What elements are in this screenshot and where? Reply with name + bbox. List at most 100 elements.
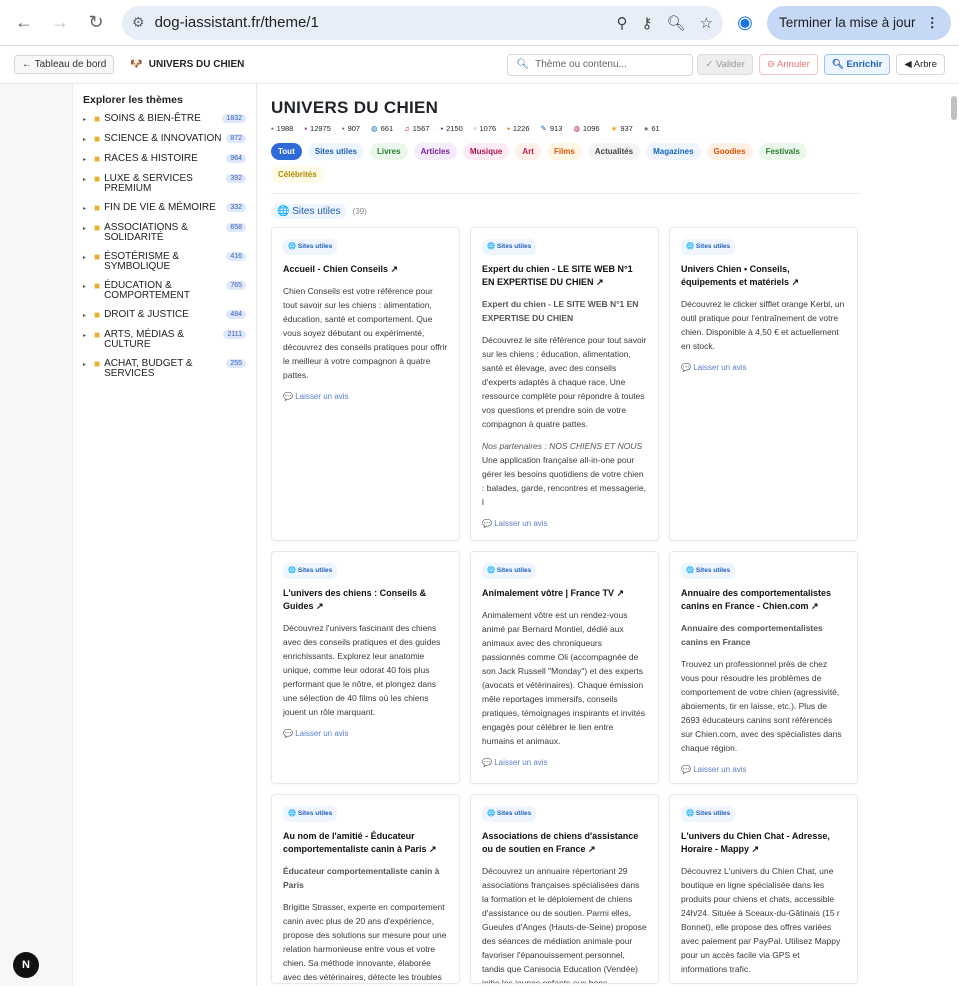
sidebar-item[interactable]: ▸ ■ ARTS, MÉDIAS & CULTURE 2111 (83, 330, 246, 350)
review-link[interactable]: 💬 Laisser un avis (283, 727, 448, 741)
sidebar-item[interactable]: ▸ ■ DROIT & JUSTICE 484 (83, 310, 246, 321)
expand-triangle-icon[interactable]: ▸ (83, 116, 86, 123)
expand-triangle-icon[interactable]: ▸ (83, 205, 86, 212)
stat-item: ▪ 2150 (440, 124, 462, 133)
expand-triangle-icon[interactable]: ▸ (83, 332, 86, 339)
folder-icon: ■ (94, 281, 101, 292)
card-badge: 🌐 Sites utiles (283, 806, 338, 822)
location-icon[interactable]: ⚲ (616, 14, 627, 32)
site-info-icon[interactable]: ⚙ (132, 14, 145, 31)
sidebar-item[interactable]: ▸ ■ FIN DE VIE & MÉMOIRE 332 (83, 203, 246, 214)
sidebar-item[interactable]: ▸ ■ ACHAT, BUDGET & SERVICES 255 (83, 359, 246, 379)
zoom-icon[interactable]: 🔍︎ (666, 14, 685, 32)
search-input[interactable]: 🔍︎ Thème ou contenu... (507, 53, 694, 76)
stat-item: ● 61 (644, 124, 660, 133)
stat-value: 2150 (446, 124, 463, 133)
expand-triangle-icon[interactable]: ▸ (83, 283, 86, 290)
stat-icon: ▫ (473, 124, 477, 133)
card-badge-label: Sites utiles (496, 810, 532, 817)
sidebar-item-label: DROIT & JUSTICE (104, 309, 189, 320)
tab-5[interactable]: Art (515, 143, 541, 160)
sidebar-item[interactable]: ▸ ■ LUXE & SERVICES PREMIUM 392 (83, 174, 246, 194)
reload-icon[interactable]: ↻ (80, 7, 112, 39)
sidebar-item-count: 765 (226, 281, 246, 290)
card-title-link[interactable]: Au nom de l'amitié - Éducateur comportem… (283, 830, 448, 856)
result-card: 🌐 Sites utiles Accueil - Chien Conseils ↗… (271, 227, 460, 541)
card-badge-label: Sites utiles (297, 810, 333, 817)
update-label: Terminer la mise à jour (778, 15, 916, 30)
expand-triangle-icon[interactable]: ▸ (83, 312, 86, 319)
review-link[interactable]: 💬 Laisser un avis (681, 763, 846, 777)
tab-4[interactable]: Musique (462, 143, 510, 160)
tab-6[interactable]: Films (546, 143, 582, 160)
card-badge: 🌐 Sites utiles (283, 563, 338, 579)
card-title-link[interactable]: Associations de chiens d'assistance ou d… (482, 830, 647, 856)
tab-2[interactable]: Livres (369, 143, 408, 160)
card-title-link[interactable]: Expert du chien - LE SITE WEB N°1 EN EXP… (482, 263, 647, 289)
tree-button[interactable]: ◀ Arbre (896, 54, 945, 75)
sidebar-item[interactable]: ▸ ■ ASSOCIATIONS & SOLIDARITÉ 658 (83, 223, 246, 243)
card-title-link[interactable]: L'univers des chiens : Conseils & Guides… (283, 587, 448, 613)
card-title-link[interactable]: Animalement vôtre | France TV ↗ (482, 587, 647, 600)
sidebar-item[interactable]: ▸ ■ RACES & HISTOIRE 964 (83, 154, 246, 165)
stat-value: 913 (549, 124, 563, 133)
bookmark-star-icon[interactable]: ☆ (700, 14, 713, 32)
profile-icon[interactable]: ◉ (729, 7, 761, 39)
sidebar-item-label: ARTS, MÉDIAS & CULTURE (104, 329, 184, 350)
tab-0[interactable]: Tout (271, 143, 302, 160)
validate-button[interactable]: ✓ Valider (697, 54, 753, 75)
sidebar-item-label: SOINS & BIEN-ÊTRE (104, 113, 201, 124)
sidebar-item[interactable]: ▸ ■ ÉSOTÉRISME & SYMBOLIQUE 416 (83, 252, 246, 272)
tab-7[interactable]: Actualités (587, 143, 641, 160)
sidebar-item-count: 416 (226, 252, 246, 261)
card-title-link[interactable]: Univers Chien • Conseils, équipements et… (681, 263, 846, 289)
comment-icon: 💬 (283, 392, 296, 401)
tab-10[interactable]: Festivals (758, 143, 807, 160)
tab-3[interactable]: Articles (413, 143, 457, 160)
update-button[interactable]: Terminer la mise à jour ⋮ (766, 5, 951, 40)
stat-icon: ● (643, 124, 649, 133)
scrollbar[interactable] (949, 84, 959, 986)
review-link[interactable]: 💬 Laisser un avis (283, 390, 448, 404)
review-link[interactable]: 💬 Laisser un avis (681, 361, 846, 375)
scrollbar-thumb[interactable] (951, 96, 957, 120)
sidebar-item[interactable]: ▸ ■ ÉDUCATION & COMPORTEMENT 765 (83, 281, 246, 301)
key-icon[interactable]: ⚷ (641, 14, 652, 32)
folder-icon: ■ (94, 134, 101, 145)
expand-triangle-icon[interactable]: ▸ (83, 225, 86, 232)
back-arrow-icon[interactable]: ← (8, 7, 40, 39)
card-title-link[interactable]: Accueil - Chien Conseils ↗ (283, 263, 448, 276)
enrich-button[interactable]: 🔍︎ Enrichir (823, 54, 891, 75)
result-card: 🌐 Sites utiles Animalement vôtre | France… (470, 551, 659, 784)
dashboard-button[interactable]: ← Tableau de bord (14, 55, 115, 74)
review-link[interactable]: 💬 Laisser un avis (482, 756, 647, 770)
sidebar-item-label: ASSOCIATIONS & SOLIDARITÉ (104, 222, 188, 243)
tab-8[interactable]: Magazines (646, 143, 701, 160)
tab-11[interactable]: Célébrités (271, 166, 324, 183)
expand-triangle-icon[interactable]: ▸ (83, 136, 86, 143)
next-logo-icon[interactable]: N (13, 952, 39, 978)
stat-item: ♫ 1567 (404, 124, 429, 133)
sidebar-item-count: 658 (226, 223, 246, 232)
card-description: Découvrez L'univers du Chien Chat, une b… (681, 866, 841, 974)
sidebar-item[interactable]: ▸ ■ SCIENCE & INNOVATION 872 (83, 134, 246, 145)
cards-grid: 🌐 Sites utiles Accueil - Chien Conseils ↗… (271, 227, 945, 984)
expand-triangle-icon[interactable]: ▸ (83, 176, 86, 183)
tab-9[interactable]: Goodies (706, 143, 753, 160)
address-bar[interactable]: ⚙ dog-iassistant.fr/theme/1 ⚲ ⚷ 🔍︎ ☆ (122, 5, 723, 40)
forward-arrow-icon[interactable]: → (44, 7, 76, 39)
expand-triangle-icon[interactable]: ▸ (83, 254, 86, 261)
card-badge-label: Sites utiles (496, 567, 532, 574)
folder-icon: ■ (94, 252, 101, 263)
review-link[interactable]: 💬 Laisser un avis (482, 517, 647, 531)
tab-1[interactable]: Sites utiles (307, 143, 364, 160)
sidebar-item[interactable]: ▸ ■ SOINS & BIEN-ÊTRE 1832 (83, 114, 246, 125)
app-toolbar: ← Tableau de bord 🐶 UNIVERS DU CHIEN 🔍︎ Th… (0, 46, 959, 84)
comment-icon: 💬 (482, 519, 495, 528)
cancel-button[interactable]: ⊖ Annuler (758, 54, 818, 75)
card-title-link[interactable]: L'univers du Chien Chat - Adresse, Horai… (681, 830, 846, 856)
expand-triangle-icon[interactable]: ▸ (83, 156, 86, 163)
expand-triangle-icon[interactable]: ▸ (83, 361, 86, 368)
category-tabs: Tout Sites utiles Livres Articles Musique Art… (271, 143, 861, 183)
card-title-link[interactable]: Annuaire des comportementalistes canins … (681, 587, 846, 613)
